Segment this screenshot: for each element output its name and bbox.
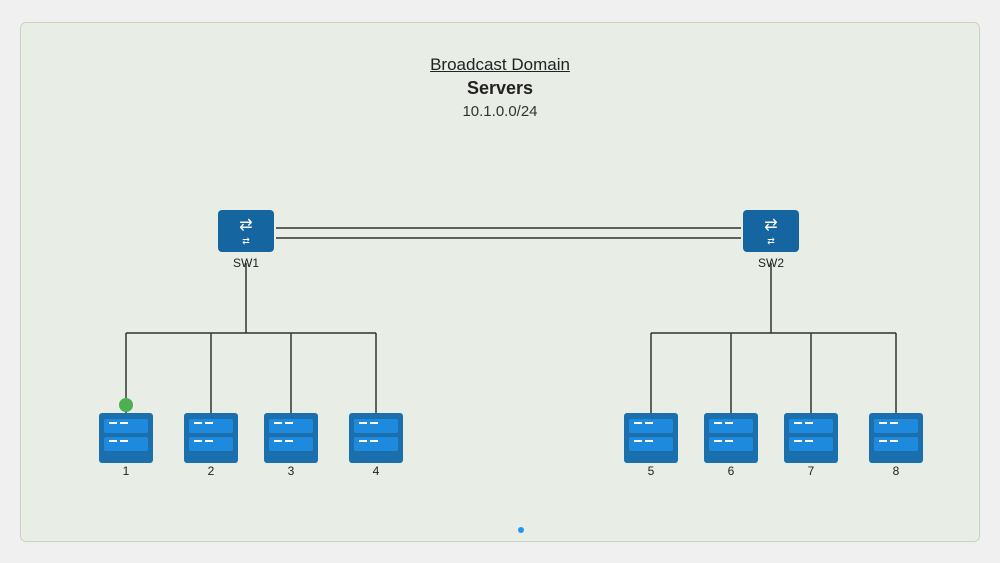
svg-text:⇄: ⇄ xyxy=(239,217,252,234)
switch-sw2: ⇄ ⇄ xyxy=(743,210,799,252)
bottom-dot xyxy=(518,527,524,533)
svg-text:⇄: ⇄ xyxy=(764,217,777,234)
server1-label: 1 xyxy=(123,464,130,478)
server-1 xyxy=(99,413,153,463)
server8-label: 8 xyxy=(893,464,900,478)
server6-label: 6 xyxy=(728,464,735,478)
server-2 xyxy=(184,413,238,463)
server-4 xyxy=(349,413,403,463)
sw1-label: SW1 xyxy=(233,256,259,270)
server-7 xyxy=(784,413,838,463)
server7-label: 7 xyxy=(808,464,815,478)
server-5 xyxy=(624,413,678,463)
server-6 xyxy=(704,413,758,463)
network-diagram-svg: ⇄ ⇄ SW1 ⇄ ⇄ SW2 1 xyxy=(21,23,979,541)
svg-text:⇄: ⇄ xyxy=(242,236,250,246)
server-3 xyxy=(264,413,318,463)
server4-label: 4 xyxy=(373,464,380,478)
server3-label: 3 xyxy=(288,464,295,478)
svg-text:⇄: ⇄ xyxy=(767,236,775,246)
server-8 xyxy=(869,413,923,463)
server1-green-dot xyxy=(119,398,133,412)
sw2-label: SW2 xyxy=(758,256,784,270)
server5-label: 5 xyxy=(648,464,655,478)
server2-label: 2 xyxy=(208,464,215,478)
diagram-container: Broadcast Domain Servers 10.1.0.0/24 xyxy=(20,22,980,542)
switch-sw1: ⇄ ⇄ xyxy=(218,210,274,252)
